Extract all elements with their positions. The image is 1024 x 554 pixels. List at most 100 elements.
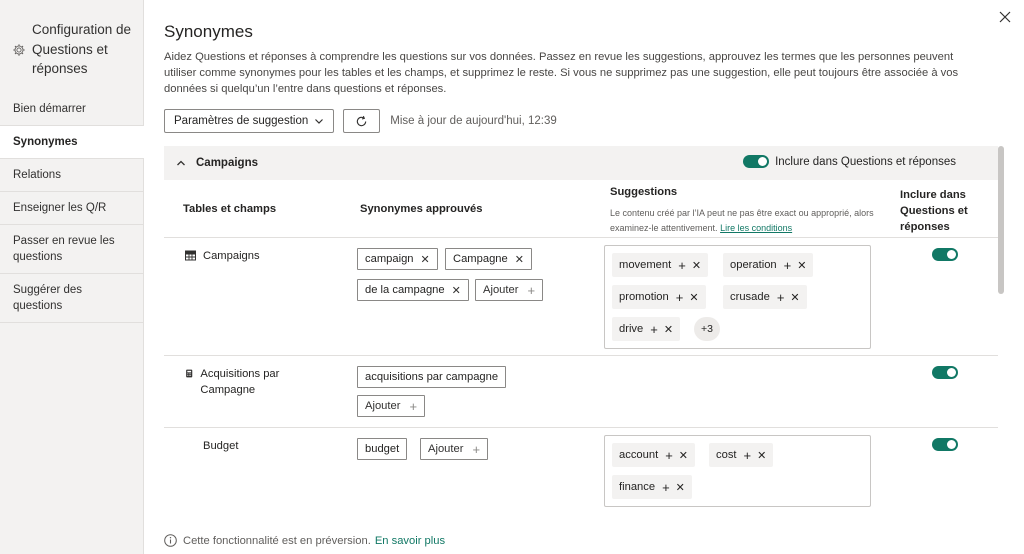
sidebar-item-passer-en-revue[interactable]: Passer en revue les questions [0,225,144,274]
remove-icon[interactable]: ✕ [515,253,524,266]
synonym-text: Campagne [453,253,508,265]
add-icon[interactable]: + [650,322,658,337]
sidebar-item-bien-demarrer[interactable]: Bien démarrer [0,93,144,126]
row-name: Acquisitions par Campagne [200,368,280,396]
add-icon[interactable]: + [744,448,752,463]
synonym-text: budget [365,443,400,455]
page-title: Synonymes [164,22,253,41]
suggestions-box: account + ✕ cost + ✕ finance + ✕ [604,435,871,507]
suggestion-text: movement [619,259,672,271]
column-header-approved: Synonymes approuvés [360,203,483,215]
plus-icon: + [409,398,418,414]
suggestion-text: cost [716,449,737,461]
learn-more-link[interactable]: En savoir plus [375,535,445,547]
info-icon [164,534,177,547]
add-icon[interactable]: + [662,480,670,495]
sidebar-header: Configuration de Questions et réponses [12,20,132,79]
approved-synonym-chip: budget [357,438,408,460]
approved-synonym-chip: acquisitions par campagne [357,366,507,388]
add-icon[interactable]: + [676,290,684,305]
table-section-header[interactable]: Campaigns Inclure dans Questions et répo… [164,146,998,180]
approved-synonym-chip: campaign ✕ [357,248,438,270]
remove-icon[interactable]: ✕ [692,259,701,272]
suggestion-chip: movement + ✕ [612,253,709,277]
suggestion-text: account [619,449,659,461]
remove-icon[interactable]: ✕ [797,259,806,272]
sidebar-item-enseigner[interactable]: Enseigner les Q/R [0,192,144,225]
include-row-toggle[interactable] [932,366,958,379]
sidebar-nav: Bien démarrer Synonymes Relations Enseig… [0,93,144,323]
table-icon [185,250,196,261]
include-toggle-label: Inclure dans Questions et réponses [775,155,956,168]
suggestion-text: finance [619,481,656,493]
row-name-cell: Budget [185,438,238,454]
remove-icon[interactable]: ✕ [452,284,461,297]
suggestion-chip: drive + ✕ [612,317,681,341]
approved-synonym-chip: Campagne ✕ [445,248,532,270]
suggestion-settings-button[interactable]: Paramètres de suggestion [164,109,335,133]
chevron-down-icon [315,119,324,124]
suggestions-box: movement + ✕ operation + ✕ promotion + ✕ crusa… [604,245,871,349]
add-synonym-button[interactable]: Ajouter + [475,279,544,301]
table-row: Acquisitions par Campagne acquisitions p… [164,356,998,428]
suggestion-text: promotion [619,291,669,303]
plus-icon: + [527,282,536,298]
row-name-cell: Campaigns [185,248,260,264]
remove-icon[interactable]: ✕ [676,481,685,494]
sidebar-item-suggerer[interactable]: Suggérer des questions [0,274,144,323]
close-icon[interactable] [998,10,1012,24]
add-synonym-button[interactable]: Ajouter + [357,395,426,417]
synonym-text: de la campagne [365,284,445,296]
add-label: Ajouter [365,400,401,412]
add-icon[interactable]: + [678,258,686,273]
more-suggestions-button[interactable]: +3 [694,317,720,341]
sidebar-title: Configuration de Questions et réponses [32,22,132,76]
scrollbar-thumb[interactable] [998,146,1004,294]
table-row: Campaigns campaign ✕ Campagne ✕ de la camp… [164,238,998,356]
plus-icon: + [472,441,481,457]
column-header-tables: Tables et champs [183,203,277,215]
chevron-up-icon[interactable] [176,158,186,168]
suggestion-chip: account + ✕ [612,443,695,467]
include-row-toggle[interactable] [932,248,958,261]
suggestion-text: operation [730,259,777,271]
toolbar: Paramètres de suggestion Mise à jour de … [164,109,557,133]
suggestion-chip: operation + ✕ [723,253,814,277]
suggestion-chip: finance + ✕ [612,475,692,499]
include-row-toggle[interactable] [932,438,958,451]
last-updated-text: Mise à jour de aujourd'hui, 12:39 [390,115,557,127]
suggestions-disclaimer: Le contenu créé par l’IA peut ne pas êtr… [610,206,885,236]
add-synonym-button[interactable]: Ajouter + [420,438,489,460]
synonym-text: acquisitions par campagne [365,371,499,383]
sidebar-item-relations[interactable]: Relations [0,159,144,192]
calculator-icon [186,369,193,378]
remove-icon[interactable]: ✕ [421,253,430,266]
preview-notice: Cette fonctionnalité est en préversion. … [164,534,445,547]
column-header-include: Inclure dans Questions et réponses [900,189,968,233]
remove-icon[interactable]: ✕ [689,291,698,304]
add-icon[interactable]: + [784,258,792,273]
include-toggle-group: Inclure dans Questions et réponses [743,155,956,168]
add-icon[interactable]: + [665,448,673,463]
row-name: Campaigns [203,250,260,262]
add-icon[interactable]: + [777,290,785,305]
remove-icon[interactable]: ✕ [790,291,799,304]
suggestion-chip: promotion + ✕ [612,285,706,309]
remove-icon[interactable]: ✕ [664,323,673,336]
suggestion-text: crusade [730,291,770,303]
add-label: Ajouter [428,443,464,455]
table-section-name: Campaigns [196,157,258,169]
sidebar-item-synonymes[interactable]: Synonymes [0,126,144,159]
refresh-button[interactable] [343,109,381,133]
gear-icon [13,44,25,56]
row-name-cell: Acquisitions par Campagne [185,366,305,398]
table-row: Budget budget Ajouter + account + ✕ cost + ✕ … [164,428,998,518]
table-panel: Campaigns Inclure dans Questions et répo… [164,146,998,536]
remove-icon[interactable]: ✕ [679,449,688,462]
read-terms-link[interactable]: Lire les conditions [720,223,792,233]
suggestion-settings-label: Paramètres de suggestion [174,115,309,127]
remove-icon[interactable]: ✕ [757,449,766,462]
sidebar: Configuration de Questions et réponses B… [0,0,144,554]
preview-notice-text: Cette fonctionnalité est en préversion. [183,534,371,547]
include-table-toggle[interactable] [743,155,770,168]
